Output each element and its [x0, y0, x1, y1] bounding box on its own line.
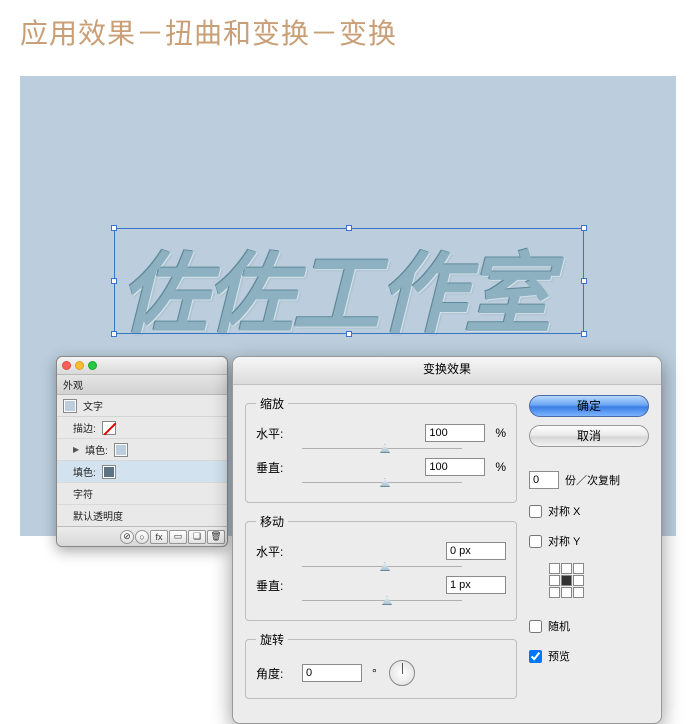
disclosure-triangle-icon[interactable]: ▶: [73, 445, 79, 454]
degree-unit: °: [372, 666, 377, 680]
appearance-panel[interactable]: 外观 文字 描边: ▶ 填色: 填色: 字符 默认透明度 ⊘ ○ fx ▭ ❏ …: [56, 356, 228, 547]
scale-legend: 缩放: [256, 395, 288, 412]
fill-row-2[interactable]: 填色:: [57, 461, 227, 483]
stroke-none-swatch-icon[interactable]: [102, 421, 116, 435]
angle-dial-icon[interactable]: [389, 660, 415, 686]
transform-dialog: 变换效果 缩放 水平: % 垂直: %: [232, 356, 662, 724]
new-fill-icon[interactable]: ▭: [169, 530, 187, 544]
page-title: 应用效果－扭曲和变换－变换: [0, 0, 696, 52]
angle-label: 角度:: [256, 665, 296, 682]
close-icon[interactable]: [62, 361, 71, 370]
scale-h-unit: %: [495, 426, 506, 440]
preview-checkbox[interactable]: [529, 650, 542, 663]
copies-input[interactable]: [529, 471, 559, 489]
fill-swatch-1-icon[interactable]: [114, 443, 128, 457]
zoom-icon[interactable]: [88, 361, 97, 370]
opacity-label: 默认透明度: [73, 508, 123, 523]
scale-v-unit: %: [495, 460, 506, 474]
move-h-label: 水平:: [256, 543, 296, 560]
stroke-label: 描边:: [73, 420, 96, 435]
move-legend: 移动: [256, 513, 288, 530]
scale-group: 缩放 水平: % 垂直: %: [245, 395, 517, 503]
scale-h-input[interactable]: [425, 424, 485, 442]
origin-selector[interactable]: [549, 563, 649, 598]
trash-icon[interactable]: 🗑: [207, 530, 225, 544]
stroke-row[interactable]: 描边:: [57, 417, 227, 439]
reflect-x-label: 对称 X: [548, 503, 580, 519]
move-v-label: 垂直:: [256, 577, 296, 594]
panel-titlebar[interactable]: [57, 357, 227, 375]
move-v-slider[interactable]: [302, 596, 462, 606]
ok-button[interactable]: 确定: [529, 395, 649, 417]
reflect-x-checkbox[interactable]: [529, 505, 542, 518]
cancel-button[interactable]: 取消: [529, 425, 649, 447]
fill-swatch-2-icon[interactable]: [102, 465, 116, 479]
scale-v-input[interactable]: [425, 458, 485, 476]
move-h-input[interactable]: [446, 542, 506, 560]
scale-v-label: 垂直:: [256, 459, 296, 476]
characters-row[interactable]: 字符: [57, 483, 227, 505]
random-checkbox[interactable]: [529, 620, 542, 633]
panel-footer: ⊘ ○ fx ▭ ❏ 🗑: [57, 526, 227, 546]
duplicate-icon[interactable]: ❏: [188, 530, 206, 544]
rotate-legend: 旋转: [256, 631, 288, 648]
reflect-y-label: 对称 Y: [548, 533, 580, 549]
appearance-tab[interactable]: 外观: [57, 375, 227, 395]
appearance-target[interactable]: 文字: [57, 395, 227, 417]
scale-h-label: 水平:: [256, 425, 296, 442]
copies-label: 份／次复制: [565, 472, 620, 488]
fill-label-2: 填色:: [73, 464, 96, 479]
appearance-object-label: 文字: [83, 398, 103, 413]
object-thumbnail-icon: [63, 399, 77, 413]
characters-label: 字符: [73, 486, 93, 501]
fx-icon[interactable]: fx: [150, 530, 168, 544]
dialog-title: 变换效果: [233, 357, 661, 385]
rotate-group: 旋转 角度: °: [245, 631, 517, 699]
selection-bounds: [114, 228, 584, 334]
move-v-input[interactable]: [446, 576, 506, 594]
scale-h-slider[interactable]: [302, 444, 462, 454]
move-group: 移动 水平: 垂直:: [245, 513, 517, 621]
opacity-row[interactable]: 默认透明度: [57, 505, 227, 526]
no-fill-icon[interactable]: ⊘: [120, 530, 134, 544]
random-label: 随机: [548, 618, 570, 634]
move-h-slider[interactable]: [302, 562, 462, 572]
clear-icon[interactable]: ○: [135, 530, 149, 544]
reflect-y-checkbox[interactable]: [529, 535, 542, 548]
preview-label: 预览: [548, 648, 570, 664]
minimize-icon[interactable]: [75, 361, 84, 370]
fill-row-1[interactable]: ▶ 填色:: [57, 439, 227, 461]
fill-label-1: 填色:: [85, 442, 108, 457]
angle-input[interactable]: [302, 664, 362, 682]
scale-v-slider[interactable]: [302, 478, 462, 488]
